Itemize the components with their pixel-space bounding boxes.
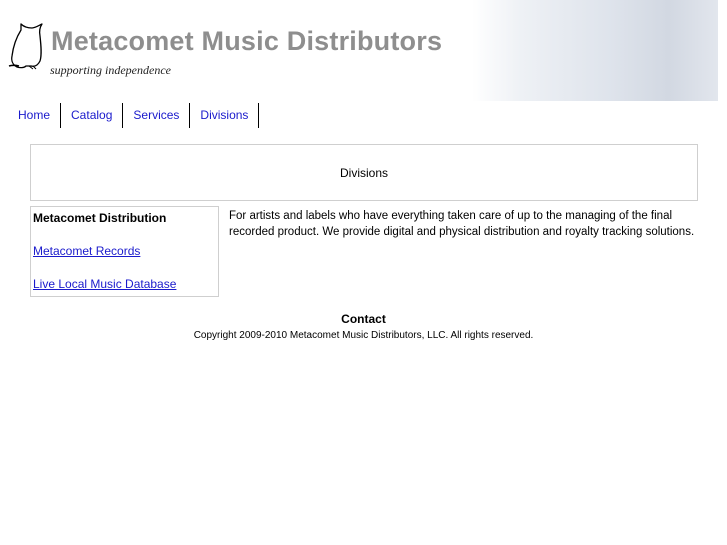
site-tagline: supporting independence — [50, 63, 171, 77]
sidebar-link-live-local-music-database[interactable]: Live Local Music Database — [33, 277, 176, 291]
sidebar-link-metacomet-records[interactable]: Metacomet Records — [33, 244, 140, 258]
page: Metacomet Music Distributors supporting … — [0, 0, 727, 545]
nav-catalog-link[interactable]: Catalog — [61, 103, 124, 128]
division-description: For artists and labels who have everythi… — [229, 210, 695, 238]
main-nav: Home Catalog Services Divisions — [8, 103, 260, 128]
header: Metacomet Music Distributors supporting … — [0, 0, 727, 101]
nav-divisions-link[interactable]: Divisions — [190, 103, 260, 128]
header-gradient-banner — [472, 0, 718, 101]
nav-services-link[interactable]: Services — [123, 103, 191, 128]
footer-copyright: Copyright 2009-2010 Metacomet Music Dist… — [193, 330, 534, 341]
footer-contact: Contact — [341, 312, 386, 326]
section-title: Divisions — [339, 165, 388, 180]
site-title: Metacomet Music Distributors — [51, 26, 443, 56]
section-title-box: Divisions — [30, 144, 698, 201]
sidebar-item-current: Metacomet Distribution — [33, 211, 167, 225]
nav-home-link[interactable]: Home — [8, 103, 62, 128]
divisions-sidebar: Metacomet Distribution Metacomet Records… — [30, 206, 219, 297]
owl-logo-icon[interactable] — [7, 20, 45, 70]
